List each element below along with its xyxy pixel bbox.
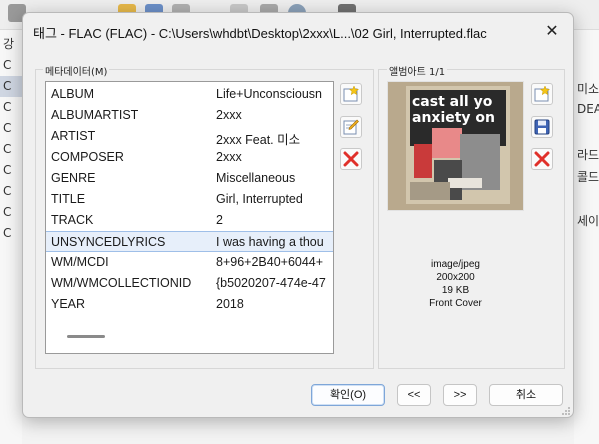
delete-x-icon bbox=[534, 151, 550, 167]
delete-x-icon bbox=[343, 151, 359, 167]
metadata-key: ALBUM bbox=[51, 87, 95, 101]
metadata-key: WM/MCDI bbox=[51, 255, 109, 269]
metadata-key: COMPOSER bbox=[51, 150, 124, 164]
metadata-row-selected[interactable]: UNSYNCEDLYRICS I was having a thou bbox=[46, 231, 333, 252]
cancel-button[interactable]: 취소 bbox=[489, 384, 563, 406]
metadata-value: 2xxx bbox=[216, 150, 242, 164]
metadata-group-label: 메타데이터(M) bbox=[43, 63, 110, 78]
bg-right-row: 세이 bbox=[577, 214, 599, 228]
metadata-value: Girl, Interrupted bbox=[216, 192, 303, 206]
background-detail-column: 미소 DEA 라드 콜드 세이 bbox=[574, 30, 599, 444]
next-button[interactable]: >> bbox=[443, 384, 477, 406]
albumart-mime: image/jpeg bbox=[431, 259, 480, 270]
albumart-size: 19 KB bbox=[441, 285, 470, 296]
metadata-key: TITLE bbox=[51, 192, 86, 206]
delete-art-button[interactable] bbox=[531, 148, 553, 170]
metadata-key: WM/WMCOLLECTIONID bbox=[51, 276, 192, 290]
metadata-value: Miscellaneous bbox=[216, 171, 296, 185]
delete-field-button[interactable] bbox=[340, 148, 362, 170]
metadata-key: UNSYNCEDLYRICS bbox=[51, 235, 166, 249]
metadata-row[interactable]: TRACK 2 bbox=[46, 210, 333, 231]
albumart-group-label: 앨범아트 1/1 bbox=[387, 63, 448, 78]
albumart-type: Front Cover bbox=[429, 298, 482, 309]
edit-field-button[interactable] bbox=[340, 116, 362, 138]
bg-left-row[interactable]: C bbox=[0, 202, 22, 223]
metadata-row[interactable]: ARTIST 2xxx Feat. 미소 bbox=[46, 126, 333, 147]
tag-dialog: 태그 - FLAC (FLAC) - C:\Users\whdbt\Deskto… bbox=[22, 12, 574, 418]
metadata-value: {b5020207-474e-47 bbox=[216, 276, 326, 290]
metadata-value: 8+96+2B40+6044+ bbox=[216, 255, 324, 269]
metadata-row[interactable]: COMPOSER 2xxx bbox=[46, 147, 333, 168]
edit-pencil-icon bbox=[343, 119, 359, 135]
bg-left-row[interactable]: C bbox=[0, 139, 22, 160]
bg-left-row[interactable]: 강 bbox=[0, 34, 22, 55]
metadata-row[interactable]: TITLE Girl, Interrupted bbox=[46, 189, 333, 210]
metadata-key: ARTIST bbox=[51, 129, 96, 143]
metadata-row[interactable]: GENRE Miscellaneous bbox=[46, 168, 333, 189]
metadata-row[interactable]: YEAR 2018 bbox=[46, 294, 333, 315]
metadata-row[interactable]: WM/MCDI 8+96+2B40+6044+ bbox=[46, 252, 333, 273]
metadata-list[interactable]: ALBUM Life+Unconsciousn ALBUMARTIST 2xxx… bbox=[45, 81, 334, 354]
horizontal-scrollbar[interactable] bbox=[67, 335, 105, 338]
save-art-button[interactable] bbox=[531, 116, 553, 138]
cover-text-line1: cast all yo bbox=[412, 94, 493, 110]
metadata-value: 2xxx Feat. 미소 bbox=[216, 133, 301, 147]
bg-right-row: 미소 bbox=[577, 82, 599, 96]
cover-text-line2: anxiety on bbox=[412, 110, 495, 126]
background-file-list: 강 C C C C C C C C C bbox=[0, 30, 22, 444]
metadata-key: TRACK bbox=[51, 213, 94, 227]
bg-left-row[interactable]: C bbox=[0, 118, 22, 139]
floppy-save-icon bbox=[534, 119, 550, 135]
metadata-value: 2xxx bbox=[216, 108, 242, 122]
bg-left-row[interactable]: C bbox=[0, 160, 22, 181]
metadata-row[interactable]: WM/WMCOLLECTIONID {b5020207-474e-47 bbox=[46, 273, 333, 294]
bg-left-row[interactable]: C bbox=[0, 223, 22, 244]
metadata-key: ALBUMARTIST bbox=[51, 108, 139, 122]
add-star-icon bbox=[534, 86, 550, 102]
prev-button[interactable]: << bbox=[397, 384, 431, 406]
bg-left-row[interactable]: C bbox=[0, 55, 22, 76]
add-star-icon bbox=[343, 86, 359, 102]
bg-right-row: 콜드 bbox=[577, 170, 599, 184]
close-icon: ✕ bbox=[545, 21, 559, 40]
album-cover-image: cast all yo anxiety on bbox=[388, 82, 523, 210]
close-button[interactable]: ✕ bbox=[539, 19, 565, 43]
bg-right-row: DEA bbox=[577, 102, 599, 116]
metadata-row[interactable]: ALBUMARTIST 2xxx bbox=[46, 105, 333, 126]
metadata-value: Life+Unconsciousn bbox=[216, 87, 322, 101]
add-field-button[interactable] bbox=[340, 83, 362, 105]
resize-grip-icon[interactable] bbox=[561, 406, 571, 416]
bg-left-row[interactable]: C bbox=[0, 76, 22, 97]
bg-left-row[interactable]: C bbox=[0, 181, 22, 202]
dialog-titlebar[interactable]: 태그 - FLAC (FLAC) - C:\Users\whdbt\Deskto… bbox=[23, 13, 573, 49]
add-art-button[interactable] bbox=[531, 83, 553, 105]
bg-right-row: 라드 bbox=[577, 148, 599, 162]
metadata-key: YEAR bbox=[51, 297, 86, 311]
ok-button[interactable]: 확인(O) bbox=[311, 384, 385, 406]
metadata-value: 2018 bbox=[216, 297, 244, 311]
metadata-value: I was having a thou bbox=[216, 235, 324, 249]
metadata-row[interactable]: ALBUM Life+Unconsciousn bbox=[46, 84, 333, 105]
bg-left-row[interactable]: C bbox=[0, 97, 22, 118]
metadata-value: 2 bbox=[216, 213, 223, 227]
metadata-key: GENRE bbox=[51, 171, 96, 185]
dialog-title: 태그 - FLAC (FLAC) - C:\Users\whdbt\Deskto… bbox=[33, 26, 487, 41]
albumart-image[interactable]: cast all yo anxiety on bbox=[387, 81, 524, 211]
albumart-dimensions: 200x200 bbox=[436, 272, 475, 283]
